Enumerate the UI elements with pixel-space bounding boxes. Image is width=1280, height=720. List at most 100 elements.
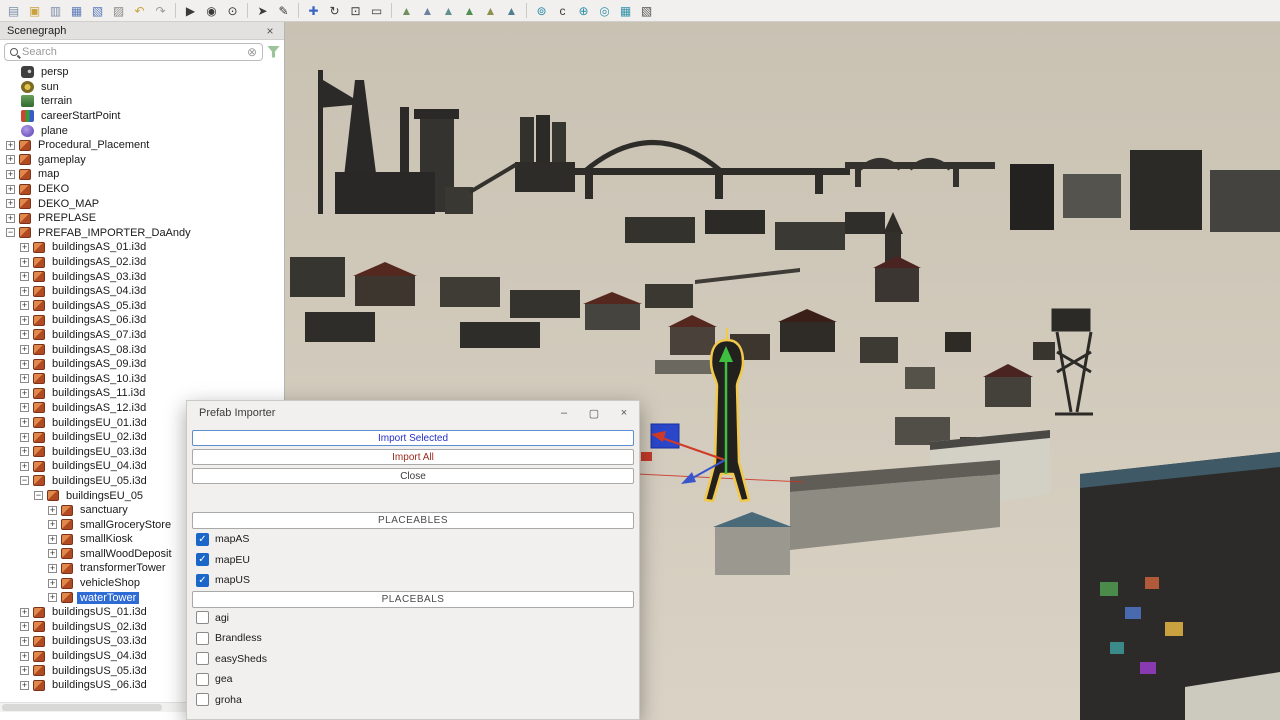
tree-label[interactable]: buildingsAS_04.i3d bbox=[49, 285, 149, 297]
rect-select-tool-icon[interactable]: ▭ bbox=[367, 1, 386, 20]
info-mode-icon[interactable]: ⊚ bbox=[532, 1, 551, 20]
expand-toggle[interactable]: + bbox=[48, 520, 57, 529]
collision-toggle-icon[interactable]: c bbox=[553, 1, 572, 20]
tree-label[interactable]: Procedural_Placement bbox=[35, 139, 152, 151]
tree-label[interactable]: buildingsAS_05.i3d bbox=[49, 300, 149, 312]
tree-label[interactable]: sanctuary bbox=[77, 504, 131, 516]
expand-toggle[interactable]: + bbox=[20, 652, 29, 661]
checkbox-Brandless[interactable] bbox=[196, 632, 209, 645]
close-button[interactable]: Close bbox=[192, 468, 634, 484]
tree-label[interactable]: buildingsAS_09.i3d bbox=[49, 358, 149, 370]
save-as-icon[interactable]: ▧ bbox=[88, 1, 107, 20]
tree-label[interactable]: sun bbox=[38, 81, 62, 93]
checkbox-mapEU[interactable]: ✓ bbox=[196, 553, 209, 566]
tree-row-buildingsAS_01.i3d[interactable]: + buildingsAS_01.i3d bbox=[0, 240, 284, 255]
tree-label[interactable]: gameplay bbox=[35, 154, 89, 166]
expand-toggle[interactable]: + bbox=[20, 462, 29, 471]
tree-label[interactable]: buildingsEU_01.i3d bbox=[49, 417, 150, 429]
expand-toggle[interactable]: + bbox=[20, 272, 29, 281]
tree-row-Procedural_Placement[interactable]: +Procedural_Placement bbox=[0, 138, 284, 153]
checkbox-mapUS[interactable]: ✓ bbox=[196, 574, 209, 587]
redo-icon[interactable]: ↷ bbox=[151, 1, 170, 20]
tree-label[interactable]: buildingsAS_01.i3d bbox=[49, 241, 149, 253]
tree-row-PREFAB_IMPORTER_DaAndy[interactable]: −PREFAB_IMPORTER_DaAndy bbox=[0, 226, 284, 241]
fly-camera-icon[interactable]: ▦ bbox=[616, 1, 635, 20]
tree-row-gameplay[interactable]: +gameplay bbox=[0, 153, 284, 168]
expand-toggle[interactable]: + bbox=[48, 535, 57, 544]
tree-label[interactable]: buildingsEU_05 bbox=[63, 490, 146, 502]
tree-label[interactable]: buildingsUS_02.i3d bbox=[49, 621, 150, 633]
tree-label[interactable]: persp bbox=[38, 66, 72, 78]
expand-toggle[interactable]: + bbox=[6, 185, 15, 194]
zoom-icon[interactable]: ⊙ bbox=[223, 1, 242, 20]
checkbox-row-mapUS[interactable]: ✓mapUS bbox=[187, 570, 639, 591]
tree-row-PREPLASE[interactable]: +PREPLASE bbox=[0, 211, 284, 226]
expand-toggle[interactable]: + bbox=[48, 593, 57, 602]
collapse-toggle[interactable]: − bbox=[34, 491, 43, 500]
tree-row-buildingsAS_08.i3d[interactable]: +buildingsAS_08.i3d bbox=[0, 342, 284, 357]
expand-toggle[interactable]: + bbox=[20, 287, 29, 296]
tree-row-map[interactable]: +map bbox=[0, 167, 284, 182]
tree-label[interactable]: waterTower bbox=[77, 592, 139, 604]
terrain-info-icon[interactable]: ▲ bbox=[502, 1, 521, 20]
tree-label[interactable]: smallGroceryStore bbox=[77, 519, 174, 531]
close-icon[interactable]: × bbox=[609, 401, 639, 425]
minimize-icon[interactable]: – bbox=[549, 401, 579, 425]
expand-toggle[interactable]: + bbox=[20, 316, 29, 325]
expand-toggle[interactable]: + bbox=[20, 243, 29, 252]
checkbox-row-easySheds[interactable]: easySheds bbox=[187, 649, 639, 670]
tree-label[interactable]: vehicleShop bbox=[77, 577, 143, 589]
tree-label[interactable]: map bbox=[35, 168, 62, 180]
tree-row-buildingsAS_10.i3d[interactable]: +buildingsAS_10.i3d bbox=[0, 371, 284, 386]
tree-label[interactable]: buildingsUS_05.i3d bbox=[49, 665, 150, 677]
expand-toggle[interactable]: + bbox=[20, 389, 29, 398]
clear-search-icon[interactable]: ⊗ bbox=[247, 45, 257, 59]
terrain-paint-icon[interactable]: ▲ bbox=[439, 1, 458, 20]
select-tool-icon[interactable]: ➤ bbox=[253, 1, 272, 20]
checkbox-row-groha[interactable]: groha bbox=[187, 690, 639, 711]
tree-row-buildingsAS_06.i3d[interactable]: + buildingsAS_06.i3d bbox=[0, 313, 284, 328]
tree-label[interactable]: buildingsAS_07.i3d bbox=[49, 329, 149, 341]
expand-toggle[interactable]: + bbox=[20, 374, 29, 383]
tree-row-buildingsAS_07.i3d[interactable]: +buildingsAS_07.i3d bbox=[0, 328, 284, 343]
tree-row-buildingsAS_11.i3d[interactable]: + buildingsAS_11.i3d bbox=[0, 386, 284, 401]
tree-row-terrain[interactable]: terrain bbox=[0, 94, 284, 109]
checkbox-row-agi[interactable]: agi bbox=[187, 608, 639, 629]
cube-view-icon[interactable]: ▧ bbox=[637, 1, 656, 20]
expand-toggle[interactable]: + bbox=[20, 622, 29, 631]
scrollbar-thumb[interactable] bbox=[2, 704, 162, 711]
expand-toggle[interactable]: + bbox=[48, 506, 57, 515]
tree-row-buildingsAS_05.i3d[interactable]: +buildingsAS_05.i3d bbox=[0, 299, 284, 314]
tree-label[interactable]: buildingsAS_11.i3d bbox=[49, 387, 148, 399]
expand-toggle[interactable]: + bbox=[20, 345, 29, 354]
expand-toggle[interactable]: + bbox=[48, 579, 57, 588]
visibility-icon[interactable]: ◉ bbox=[202, 1, 221, 20]
translate-tool-icon[interactable]: ✚ bbox=[304, 1, 323, 20]
tree-label[interactable]: buildingsAS_12.i3d bbox=[49, 402, 149, 414]
section-header-placeables[interactable]: PLACEABLES bbox=[192, 512, 634, 529]
expand-toggle[interactable]: + bbox=[48, 549, 57, 558]
rotate-tool-icon[interactable]: ↻ bbox=[325, 1, 344, 20]
checkbox-row-mapAS[interactable]: ✓mapAS bbox=[187, 529, 639, 550]
open-file-icon[interactable]: ▣ bbox=[25, 1, 44, 20]
tree-label[interactable]: terrain bbox=[38, 95, 75, 107]
terrain-sculpt-icon[interactable]: ▲ bbox=[397, 1, 416, 20]
tree-label[interactable]: buildingsUS_04.i3d bbox=[49, 650, 150, 662]
panel-close-icon[interactable]: × bbox=[263, 24, 277, 38]
expand-toggle[interactable]: + bbox=[6, 199, 15, 208]
expand-toggle[interactable]: + bbox=[20, 608, 29, 617]
tree-row-DEKO_MAP[interactable]: +DEKO_MAP bbox=[0, 196, 284, 211]
tree-label[interactable]: buildingsAS_02.i3d bbox=[49, 256, 149, 268]
expand-toggle[interactable]: + bbox=[20, 360, 29, 369]
pen-tool-icon[interactable]: ✎ bbox=[274, 1, 293, 20]
maximize-icon[interactable]: ▢ bbox=[579, 401, 609, 425]
pan-camera-icon[interactable]: ◎ bbox=[595, 1, 614, 20]
checkbox-gea[interactable] bbox=[196, 673, 209, 686]
import-file-icon[interactable]: ▥ bbox=[46, 1, 65, 20]
new-file-icon[interactable]: ▤ bbox=[4, 1, 23, 20]
checkbox-row-gea[interactable]: gea bbox=[187, 669, 639, 690]
checkbox-agi[interactable] bbox=[196, 611, 209, 624]
tree-label[interactable]: buildingsAS_06.i3d bbox=[49, 314, 149, 326]
tree-label[interactable]: buildingsAS_03.i3d bbox=[49, 271, 149, 283]
expand-toggle[interactable]: + bbox=[20, 403, 29, 412]
